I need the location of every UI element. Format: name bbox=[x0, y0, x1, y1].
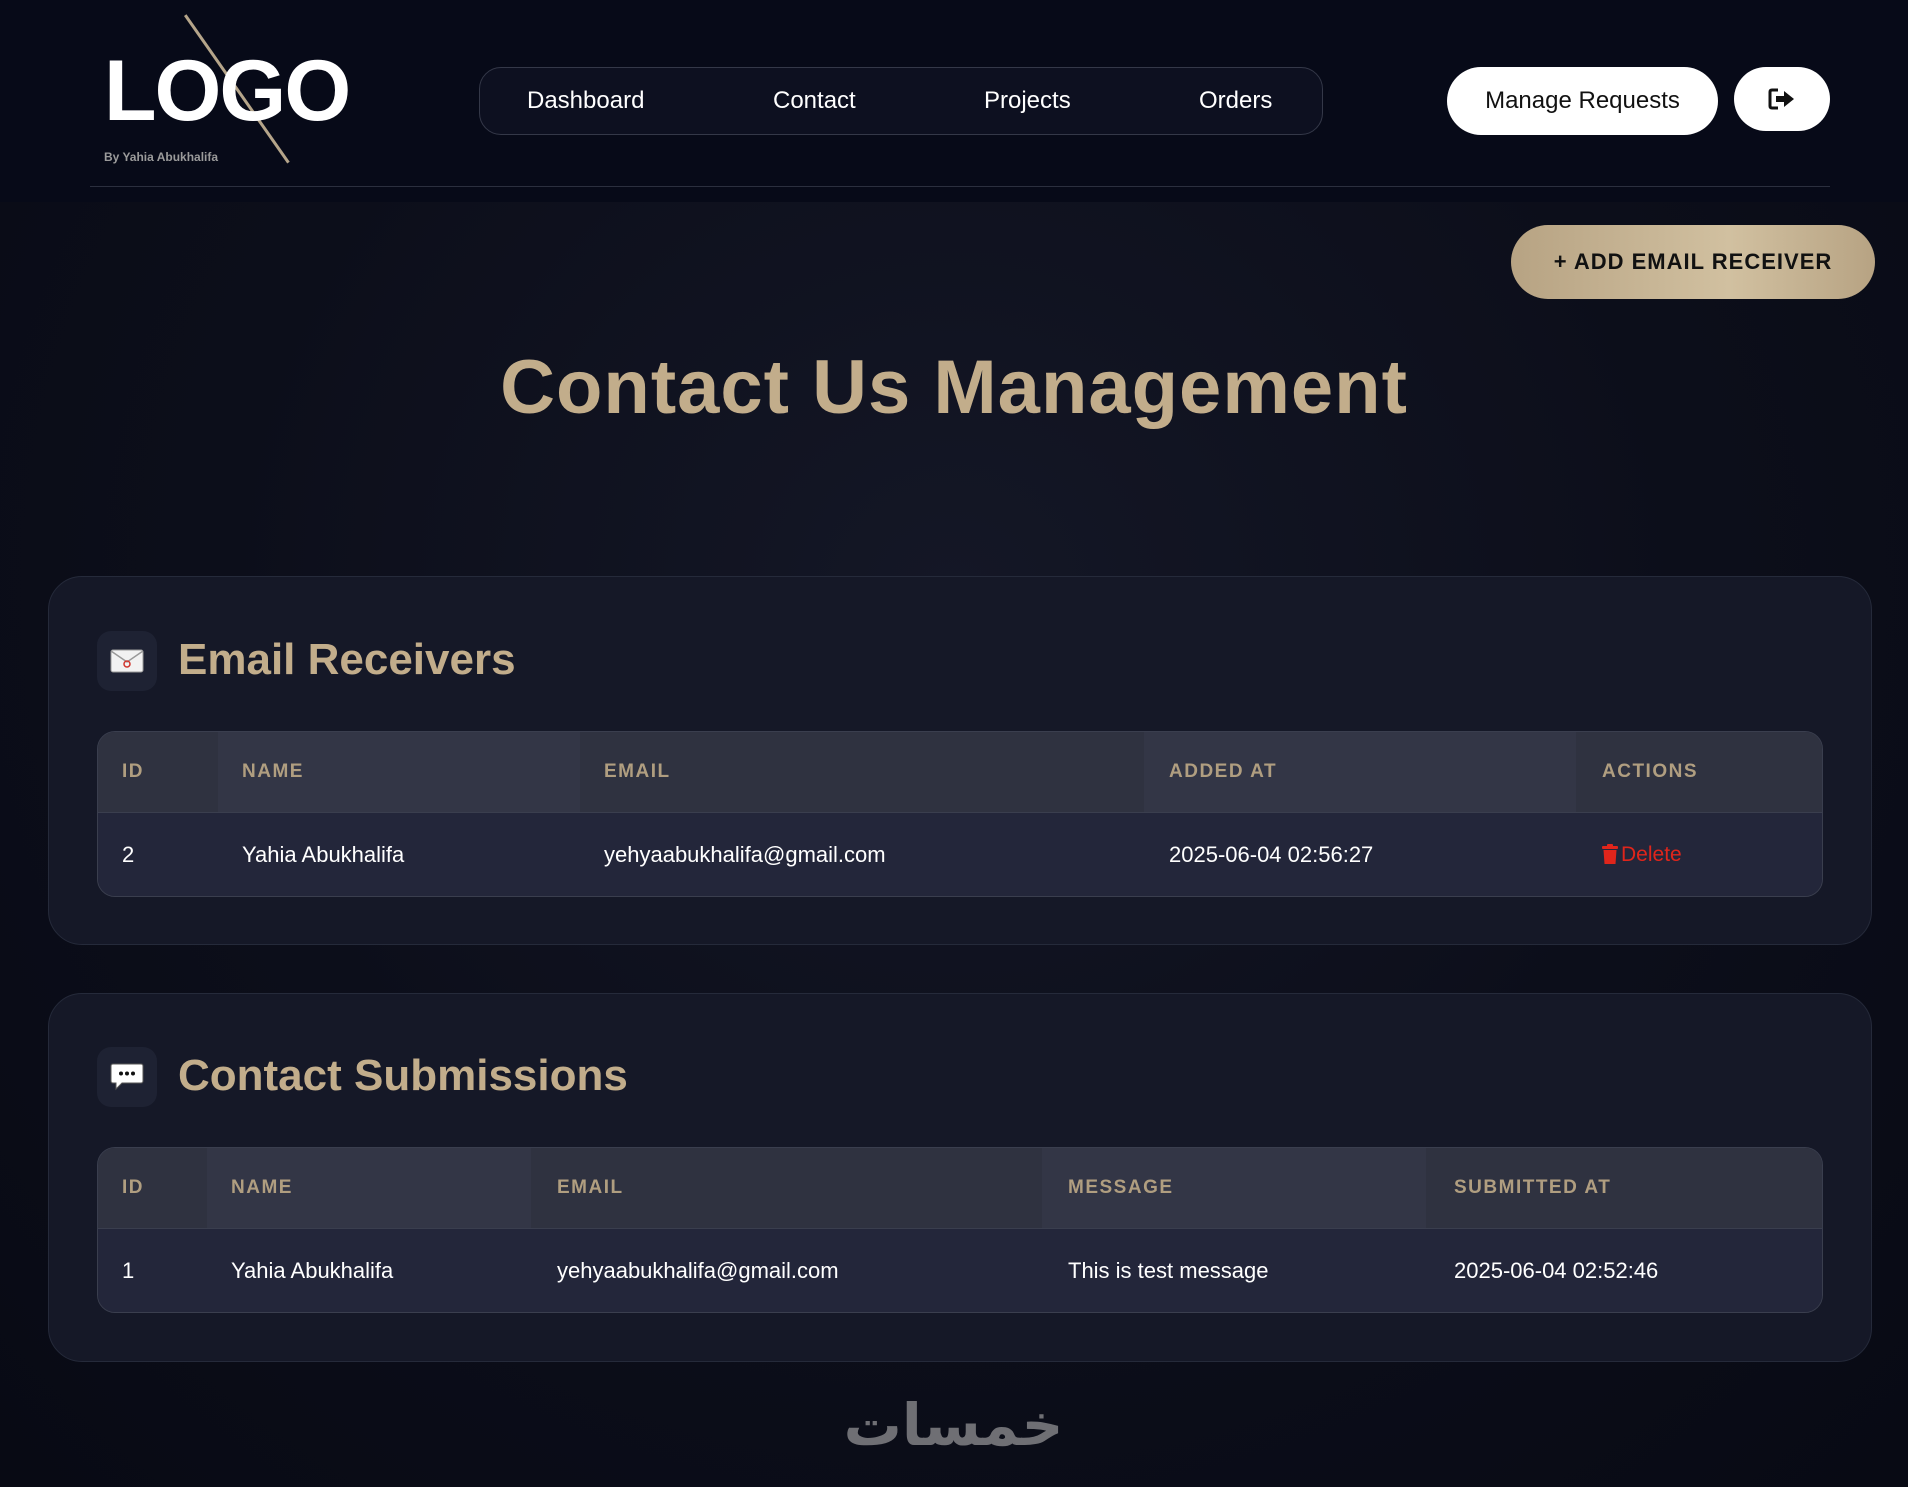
column-header-name: NAME bbox=[242, 761, 304, 782]
table-header: ID NAME EMAIL MESSAGE SUBMITTED AT bbox=[98, 1148, 1822, 1228]
cell-added-at: 2025-06-04 02:56:27 bbox=[1169, 842, 1374, 867]
cell-submitted-at: 2025-06-04 02:52:46 bbox=[1454, 1258, 1659, 1283]
delete-label: Delete bbox=[1621, 843, 1682, 866]
nav-item-dashboard[interactable]: Dashboard bbox=[527, 68, 644, 134]
table-row: 1 Yahia Abukhalifa yehyaabukhalifa@gmail… bbox=[98, 1228, 1822, 1312]
nav-item-contact[interactable]: Contact bbox=[773, 68, 856, 134]
contact-submissions-title: Contact Submissions bbox=[178, 1051, 628, 1100]
column-header-name: NAME bbox=[231, 1177, 293, 1198]
table-header: ID NAME EMAIL ADDED AT ACTIONS bbox=[98, 732, 1822, 812]
column-header-added-at: ADDED AT bbox=[1169, 761, 1278, 782]
page-title: Contact Us Management bbox=[500, 345, 1408, 430]
cell-email: yehyaabukhalifa@gmail.com bbox=[557, 1258, 839, 1283]
logo[interactable]: LOGO By Yahia Abukhalifa bbox=[104, 14, 351, 174]
logo-text: LOGO bbox=[104, 43, 351, 139]
contact-submissions-card: Contact Submissions ID NAME EMAIL MESSAG… bbox=[48, 993, 1872, 1362]
watermark-text: خمسات bbox=[843, 1391, 1064, 1459]
contact-submissions-table: ID NAME EMAIL MESSAGE SUBMITTED AT 1 Yah… bbox=[97, 1147, 1823, 1313]
column-header-email: EMAIL bbox=[604, 761, 671, 782]
header-divider bbox=[90, 186, 1830, 187]
manage-requests-button[interactable]: Manage Requests bbox=[1447, 67, 1718, 135]
khamsat-watermark: خمسات bbox=[836, 1395, 1071, 1455]
main-nav: Dashboard Contact Projects Orders bbox=[479, 67, 1323, 135]
trash-icon bbox=[1602, 844, 1618, 864]
column-header-id: ID bbox=[122, 761, 144, 782]
column-header-actions: ACTIONS bbox=[1602, 761, 1698, 782]
delete-receiver-button[interactable]: Delete bbox=[1602, 813, 1682, 896]
envelope-icon bbox=[97, 631, 157, 691]
nav-item-projects[interactable]: Projects bbox=[984, 68, 1071, 134]
email-receivers-card: Email Receivers ID NAME EMAIL ADDED AT A… bbox=[48, 576, 1872, 945]
cell-email: yehyaabukhalifa@gmail.com bbox=[604, 842, 886, 867]
add-email-receiver-button[interactable]: + ADD EMAIL RECEIVER bbox=[1511, 225, 1875, 299]
column-header-email: EMAIL bbox=[557, 1177, 624, 1198]
logout-button[interactable] bbox=[1734, 67, 1830, 131]
cell-id: 2 bbox=[122, 842, 135, 867]
column-header-message: MESSAGE bbox=[1068, 1177, 1174, 1198]
email-receivers-title: Email Receivers bbox=[178, 635, 516, 684]
column-header-submitted-at: SUBMITTED AT bbox=[1454, 1177, 1612, 1198]
chat-bubble-icon bbox=[97, 1047, 157, 1107]
cell-name: Yahia Abukhalifa bbox=[231, 1258, 394, 1283]
sign-out-icon bbox=[1768, 88, 1794, 110]
table-row: 2 Yahia Abukhalifa yehyaabukhalifa@gmail… bbox=[98, 812, 1822, 896]
cell-message: This is test message bbox=[1068, 1258, 1269, 1283]
cell-id: 1 bbox=[122, 1258, 135, 1283]
top-header: LOGO By Yahia Abukhalifa Dashboard Conta… bbox=[0, 0, 1908, 202]
column-header-id: ID bbox=[122, 1177, 144, 1198]
nav-item-orders[interactable]: Orders bbox=[1199, 68, 1272, 134]
email-receivers-table: ID NAME EMAIL ADDED AT ACTIONS 2 Yahia A… bbox=[97, 731, 1823, 897]
cell-name: Yahia Abukhalifa bbox=[242, 842, 405, 867]
logo-subtitle: By Yahia Abukhalifa bbox=[104, 150, 219, 164]
